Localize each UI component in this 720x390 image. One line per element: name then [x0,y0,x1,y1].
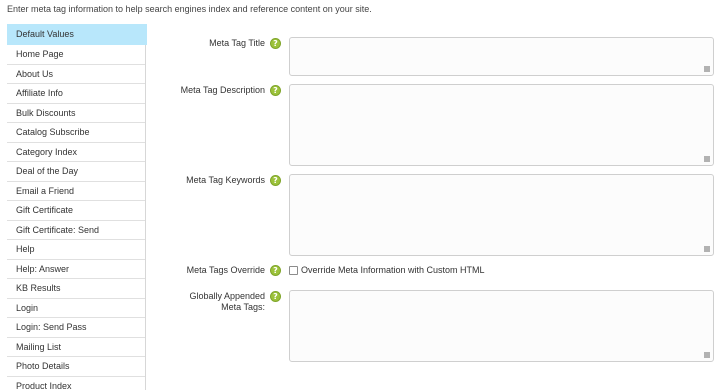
appended-meta-label-line1: Globally Appended [189,291,265,301]
override-checkbox[interactable] [289,266,298,275]
sidebar-item-help[interactable]: Help [7,240,145,260]
sidebar-item-bulk-discounts[interactable]: Bulk Discounts [7,104,145,123]
appended-meta-field[interactable] [289,290,714,362]
meta-override-label: Meta Tags Override [186,265,265,275]
active-item-arrow [140,24,147,44]
meta-keywords-help-icon[interactable]: ? [270,175,281,186]
sidebar-item-help-answer[interactable]: Help: Answer [7,260,145,279]
sidebar-item-affiliate-info[interactable]: Affiliate Info [7,84,145,104]
sidebar-item-login-send-pass[interactable]: Login: Send Pass [7,318,145,338]
meta-keywords-field[interactable] [289,174,714,256]
meta-title-label: Meta Tag Title [209,38,265,48]
appended-meta-label-line2: Meta Tags: [221,302,265,312]
appended-meta-help-icon[interactable]: ? [270,291,281,302]
sidebar-item-catalog-subscribe[interactable]: Catalog Subscribe [7,123,145,143]
sidebar-item-mailing-list[interactable]: Mailing List [7,338,145,357]
sidebar-item-email-a-friend[interactable]: Email a Friend [7,182,145,201]
meta-description-field[interactable] [289,84,714,166]
intro-text: Enter meta tag information to help searc… [7,4,372,14]
sidebar-item-home-page[interactable]: Home Page [7,45,145,65]
meta-override-help-icon[interactable]: ? [270,265,281,276]
sidebar-item-category-index[interactable]: Category Index [7,143,145,162]
resize-grip-icon[interactable] [704,156,710,162]
meta-title-field[interactable] [289,37,714,76]
sidebar-item-gift-certificate[interactable]: Gift Certificate [7,201,145,221]
sidebar-item-kb-results[interactable]: KB Results [7,279,145,299]
sidebar-item-gift-certificate-send[interactable]: Gift Certificate: Send [7,221,145,240]
sidebar-item-default-values[interactable]: Default Values [7,24,147,45]
sidebar-item-product-index[interactable]: Product Index [7,377,145,390]
sidebar-item-login[interactable]: Login [7,299,145,318]
override-checkbox-label[interactable]: Override Meta Information with Custom HT… [301,265,485,275]
meta-description-help-icon[interactable]: ? [270,85,281,96]
sidebar-item-about-us[interactable]: About Us [7,65,145,84]
resize-grip-icon[interactable] [704,352,710,358]
resize-grip-icon[interactable] [704,66,710,72]
sidebar-item-deal-of-the-day[interactable]: Deal of the Day [7,162,145,182]
meta-keywords-label: Meta Tag Keywords [186,175,265,185]
resize-grip-icon[interactable] [704,246,710,252]
meta-page-list: Default Values Home Page About Us Affili… [7,24,147,390]
sidebar-item-photo-details[interactable]: Photo Details [7,357,145,377]
meta-description-label: Meta Tag Description [180,85,265,95]
meta-title-help-icon[interactable]: ? [270,38,281,49]
